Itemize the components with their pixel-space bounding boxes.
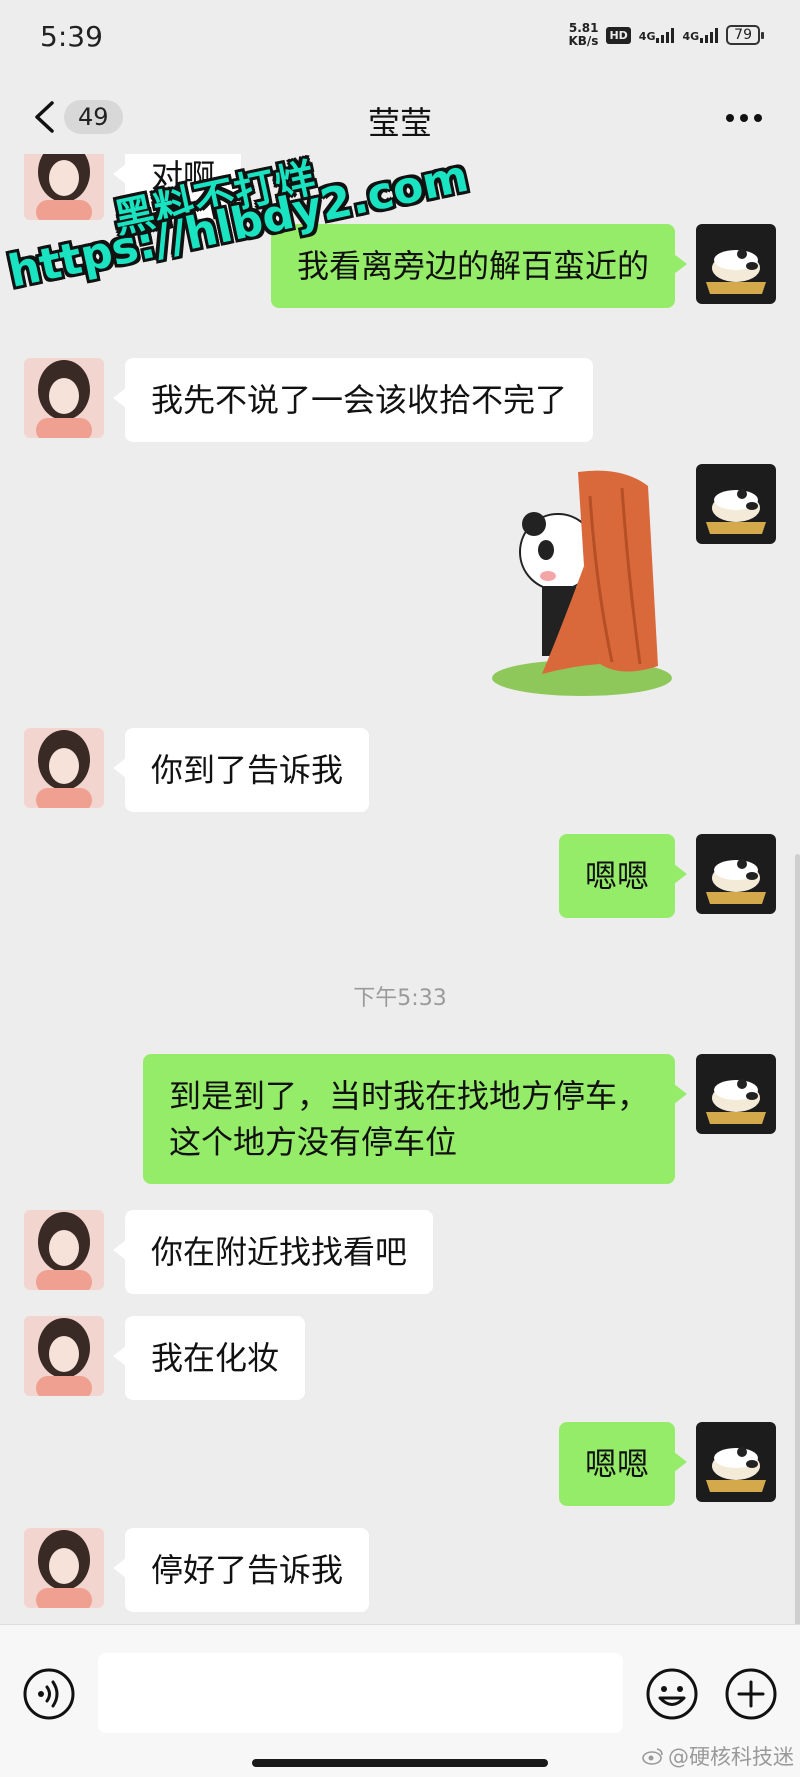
chat-message-list[interactable]: 对啊 我看离旁边的解百蛮近的 我先不说了一会该收拾不完了 你到了告诉我 嗯嗯 下…: [0, 154, 800, 1624]
signal-bars-icon: [700, 27, 719, 43]
message-text: 你到了告诉我: [151, 751, 344, 789]
message-bubble-outgoing[interactable]: 嗯嗯: [558, 1422, 688, 1506]
message-bubble-incoming[interactable]: 我先不说了一会该收拾不完了: [112, 358, 594, 442]
message-text: 停好了告诉我: [151, 1551, 344, 1589]
contact-avatar[interactable]: [24, 358, 104, 438]
panda-hiding-sticker[interactable]: [472, 466, 672, 698]
message-bubble-incoming[interactable]: 停好了告诉我: [112, 1528, 370, 1612]
message-bubble-incoming[interactable]: 你在附近找找看吧: [112, 1210, 434, 1294]
voice-icon[interactable]: [22, 1667, 76, 1721]
message-bubble-incoming[interactable]: 你到了告诉我: [112, 728, 370, 812]
scrollbar[interactable]: [795, 854, 800, 1624]
message-bubble-outgoing[interactable]: 嗯嗯: [558, 834, 688, 918]
chat-input-bar: @硬核科技迷: [0, 1624, 800, 1777]
self-avatar[interactable]: [696, 464, 776, 544]
battery-indicator: 79: [726, 25, 764, 45]
signal-2: 4G: [682, 27, 719, 43]
message-text-line: 这个地方没有停车位: [168, 1123, 457, 1161]
message-bubble-incoming[interactable]: 对啊: [112, 154, 242, 218]
message-text: 你在附近找找看吧: [151, 1233, 408, 1271]
self-avatar[interactable]: [696, 1054, 776, 1134]
status-indicators: 5.81 KB/s HD 4G 4G 79: [568, 22, 764, 48]
weibo-icon: [642, 1748, 663, 1765]
signal-1: 4G: [639, 27, 675, 43]
network-speed: 5.81 KB/s: [568, 22, 598, 48]
message-text: 嗯嗯: [584, 857, 649, 895]
message-bubble-incoming[interactable]: 我在化妆: [112, 1316, 306, 1400]
message-text: 对啊: [151, 157, 216, 195]
home-indicator[interactable]: [252, 1759, 548, 1767]
credit-text: @硬核科技迷: [668, 1745, 794, 1769]
status-bar: 5:39 5.81 KB/s HD 4G 4G 79: [0, 0, 800, 78]
self-avatar[interactable]: [696, 1422, 776, 1502]
status-time: 5:39: [40, 20, 103, 53]
signal-2-label: 4G: [682, 30, 700, 43]
message-bubble-outgoing[interactable]: 到是到了，当时我在找地方停车， 这个地方没有停车位: [142, 1054, 688, 1184]
contact-avatar[interactable]: [24, 1316, 104, 1396]
message-input[interactable]: [98, 1653, 623, 1733]
chat-header: 49 莹莹: [0, 78, 800, 154]
self-avatar[interactable]: [696, 834, 776, 914]
message-text: 嗯嗯: [584, 1445, 649, 1483]
plus-icon[interactable]: [724, 1667, 778, 1721]
contact-avatar[interactable]: [24, 154, 104, 220]
message-text: 我看离旁边的解百蛮近的: [296, 247, 649, 285]
message-text: 我在化妆: [151, 1339, 280, 1377]
emoji-icon[interactable]: [645, 1667, 699, 1721]
message-timestamp: 下午5:33: [353, 986, 447, 1011]
message-text-line: 到是到了，当时我在找地方停车，: [168, 1077, 649, 1115]
message-text: 我先不说了一会该收拾不完了: [151, 381, 568, 419]
contact-avatar[interactable]: [24, 1210, 104, 1290]
signal-bars-icon: [656, 27, 675, 43]
more-dots-icon[interactable]: [724, 112, 764, 124]
contact-avatar[interactable]: [24, 728, 104, 808]
network-speed-unit: KB/s: [568, 34, 599, 48]
chat-title: 莹莹: [367, 104, 432, 142]
message-bubble-outgoing[interactable]: 我看离旁边的解百蛮近的: [270, 224, 688, 308]
source-credit: @硬核科技迷: [642, 1741, 794, 1771]
signal-1-label: 4G: [638, 30, 656, 43]
hd-badge: HD: [606, 26, 631, 44]
self-avatar[interactable]: [696, 224, 776, 304]
contact-avatar[interactable]: [24, 1528, 104, 1608]
